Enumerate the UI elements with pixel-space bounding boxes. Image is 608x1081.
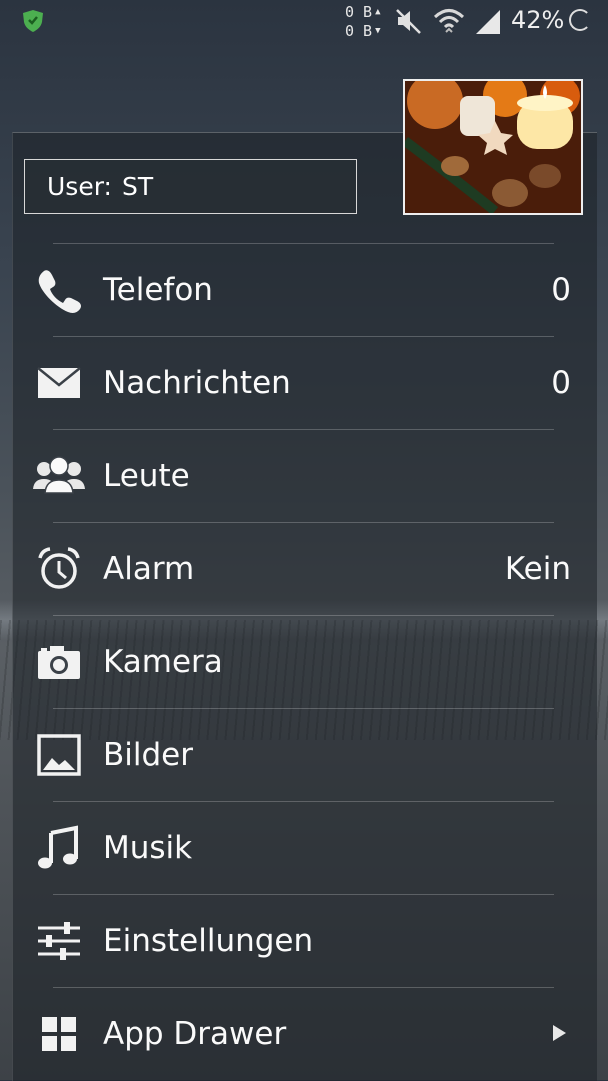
menu-item-musik[interactable]: Musik (0, 801, 608, 894)
phone-icon (38, 270, 81, 313)
menu-label: App Drawer (103, 1016, 287, 1052)
menu-label: Einstellungen (103, 923, 314, 959)
status-bar: 0 B ▲ 0 B ▼ 42% (0, 0, 608, 44)
traffic-up-value: 0 B (345, 3, 373, 21)
menu-label: Musik (103, 830, 193, 866)
user-field[interactable]: User: ST (24, 159, 357, 214)
menu-label: Bilder (103, 737, 193, 773)
battery-ring-icon (569, 9, 591, 31)
camera-icon (38, 646, 80, 679)
menu-item-leute[interactable]: Leute (0, 429, 608, 522)
sliders-icon (38, 922, 80, 960)
menu-label: Kamera (103, 644, 223, 680)
menu-label: Alarm (103, 551, 195, 587)
music-note-icon (38, 825, 78, 869)
menu-item-alarm[interactable]: Alarm Kein (0, 522, 608, 615)
menu-list: Telefon 0 Nachrichten 0 Leute Alarm Kein… (0, 243, 608, 1080)
menu-label: Leute (103, 458, 190, 494)
user-value: ST (121, 172, 154, 201)
traffic-down-value: 0 B (345, 22, 373, 40)
menu-value: 0 (551, 272, 571, 308)
picture-icon (37, 734, 81, 776)
divider (53, 801, 554, 802)
menu-item-app-drawer[interactable]: App Drawer (0, 987, 608, 1080)
divider (53, 894, 554, 895)
divider (53, 987, 554, 988)
chevron-right-icon[interactable] (553, 1025, 566, 1041)
signal-icon (476, 10, 500, 34)
menu-value: Kein (504, 551, 571, 587)
envelope-icon (37, 367, 81, 398)
traffic-meter: 0 B ▲ 0 B ▼ (345, 3, 381, 40)
candle-photo-icon (405, 81, 581, 213)
app-grid-icon (42, 1017, 76, 1051)
people-icon (33, 456, 85, 494)
menu-item-telefon[interactable]: Telefon 0 (0, 243, 608, 336)
divider (53, 336, 554, 337)
wifi-icon (433, 9, 465, 33)
divider (53, 243, 554, 244)
shield-icon (23, 10, 43, 32)
divider (53, 429, 554, 430)
menu-item-bilder[interactable]: Bilder (0, 708, 608, 801)
menu-label: Telefon (103, 272, 213, 308)
battery-percent: 42% (511, 6, 565, 34)
menu-label: Nachrichten (103, 365, 291, 401)
divider (53, 522, 554, 523)
divider (53, 615, 554, 616)
menu-item-nachrichten[interactable]: Nachrichten 0 (0, 336, 608, 429)
menu-item-einstellungen[interactable]: Einstellungen (0, 894, 608, 987)
divider (53, 708, 554, 709)
menu-item-kamera[interactable]: Kamera (0, 615, 608, 708)
profile-photo[interactable] (403, 79, 583, 215)
alarm-clock-icon (38, 547, 80, 589)
user-label: User: (47, 172, 112, 201)
menu-value: 0 (551, 365, 571, 401)
mute-icon (396, 9, 421, 34)
